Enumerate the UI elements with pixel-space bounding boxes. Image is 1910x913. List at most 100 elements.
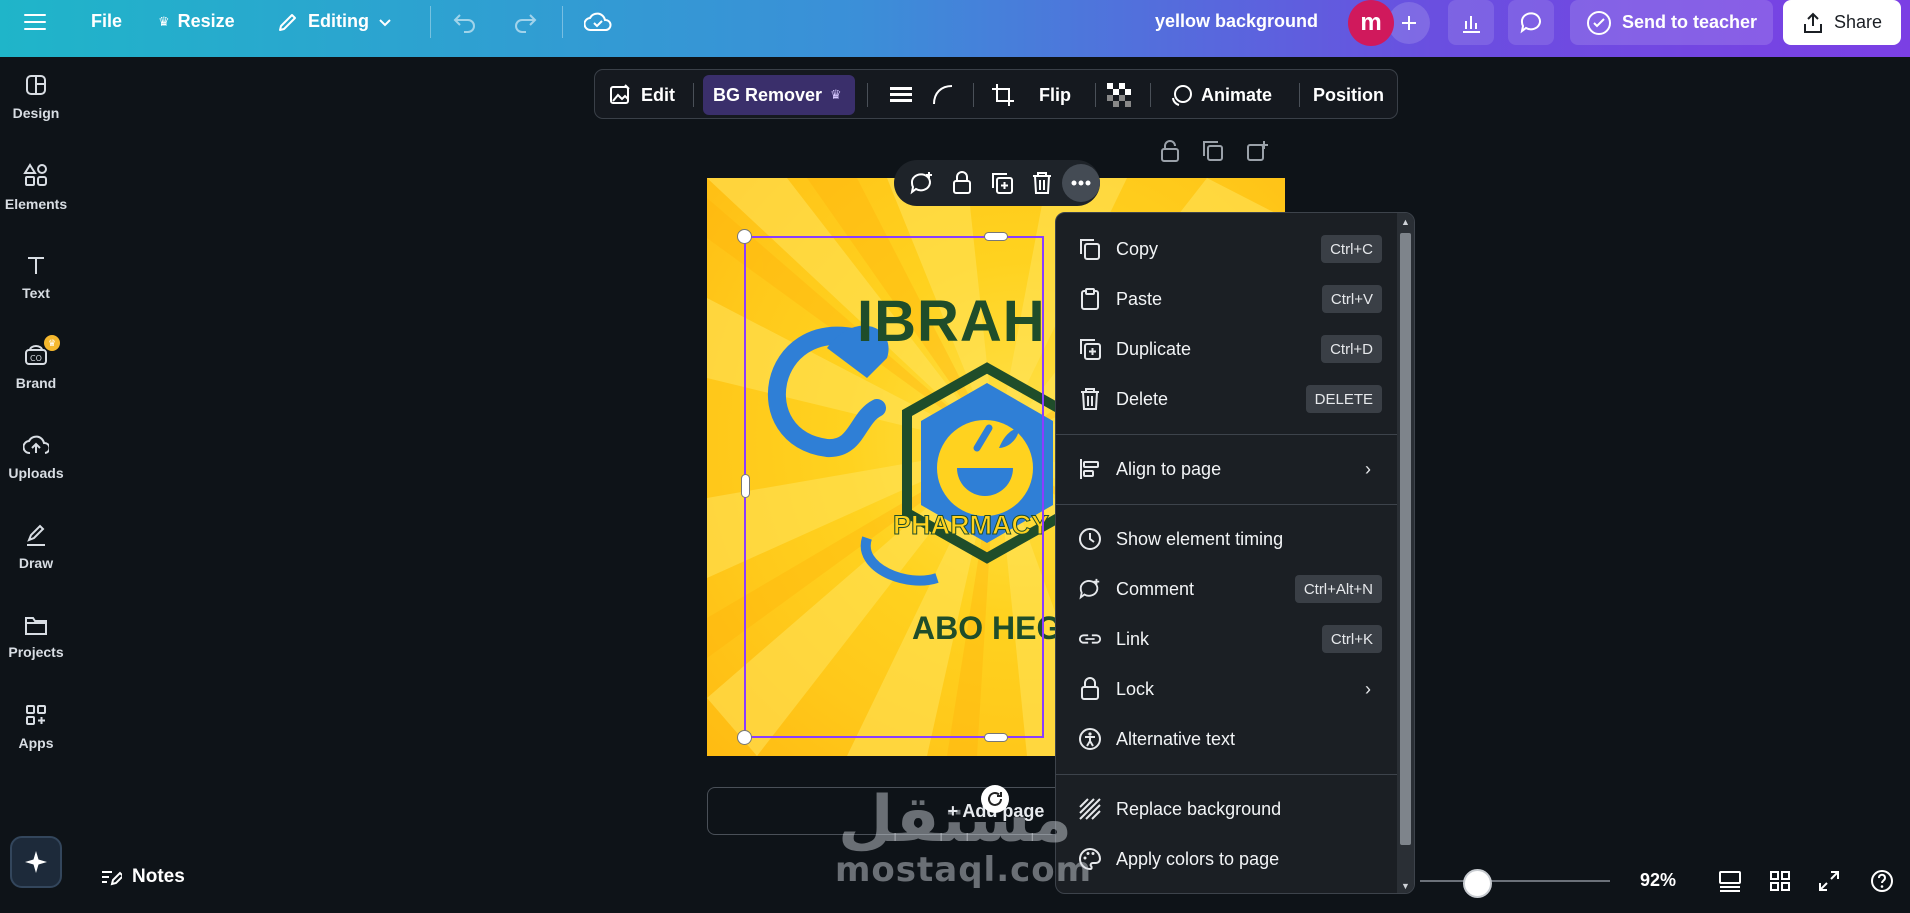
share-button[interactable]: Share xyxy=(1783,0,1901,45)
lock-element-button[interactable] xyxy=(942,163,982,203)
trash-icon xyxy=(1033,172,1051,194)
menu-item-paste[interactable]: Paste Ctrl+V xyxy=(1056,276,1399,322)
menu-item-delete[interactable]: Delete DELETE xyxy=(1056,376,1399,422)
delete-element-button[interactable] xyxy=(1022,163,1062,203)
menu-item-copy[interactable]: Copy Ctrl+C xyxy=(1056,226,1399,272)
document-title[interactable]: yellow background xyxy=(1155,0,1318,43)
menu-item-link[interactable]: Link Ctrl+K xyxy=(1056,616,1399,662)
design-icon xyxy=(26,75,46,95)
position-label: Position xyxy=(1313,84,1384,105)
menu-item-show-element-timing[interactable]: Show element timing xyxy=(1056,516,1399,562)
menu-item-align-to-page[interactable]: Align to page › xyxy=(1056,446,1399,492)
send-to-teacher-label: Send to teacher xyxy=(1621,12,1758,32)
projects-icon xyxy=(25,617,47,635)
divider xyxy=(693,83,694,107)
invite-button[interactable] xyxy=(1388,2,1430,44)
flip-button[interactable]: Flip xyxy=(1039,75,1071,115)
resize-label: Resize xyxy=(177,11,235,31)
comments-button[interactable] xyxy=(1508,0,1554,45)
insights-button[interactable] xyxy=(1448,0,1494,45)
unlock-icon xyxy=(953,171,971,194)
rail-item-design[interactable]: Design xyxy=(0,57,72,137)
menu-item-label: Lock xyxy=(1116,678,1155,699)
rail-item-brand[interactable]: CO ♛ Brand xyxy=(0,327,72,407)
avatar-letter: m xyxy=(1360,9,1382,36)
bg-remover-button[interactable]: BG Remover ♛ xyxy=(703,75,855,115)
redo-button[interactable] xyxy=(512,0,538,43)
sparkle-icon xyxy=(25,851,47,873)
help-button[interactable] xyxy=(1869,868,1895,894)
rail-item-apps[interactable]: Apps xyxy=(0,687,72,767)
cloud-check-icon xyxy=(584,12,612,31)
fullscreen-button[interactable] xyxy=(1816,868,1842,894)
menu-item-alternative-text[interactable]: Alternative text xyxy=(1056,716,1399,762)
rail-item-text[interactable]: Text xyxy=(0,237,72,317)
rail-label: Apps xyxy=(18,735,54,751)
menu-item-label: Comment xyxy=(1116,578,1195,599)
resize-button[interactable]: ♛ Resize xyxy=(158,0,235,43)
context-menu: Copy Ctrl+C Paste Ctrl+V Duplicate Ctrl+… xyxy=(1055,212,1415,894)
undo-button[interactable] xyxy=(452,0,478,43)
transparency-button[interactable] xyxy=(1107,75,1131,115)
notes-button[interactable]: Notes xyxy=(100,866,185,888)
menu-item-lock[interactable]: Lock › xyxy=(1056,666,1399,712)
duplicate-element-button[interactable] xyxy=(982,163,1022,203)
duplicate-icon xyxy=(992,173,1013,194)
page-duplicate-icon[interactable] xyxy=(1202,140,1224,162)
zoom-level[interactable]: 92% xyxy=(1640,870,1676,891)
comment-bubble-icon xyxy=(1520,11,1541,33)
svg-text:CO: CO xyxy=(30,354,42,363)
scroll-up-arrow-icon[interactable]: ▲ xyxy=(1401,217,1410,227)
menu-item-duplicate[interactable]: Duplicate Ctrl+D xyxy=(1056,326,1399,372)
menu-item-label: Paste xyxy=(1116,288,1163,309)
rail-item-draw[interactable]: Draw xyxy=(0,507,72,587)
menu-item-apply-colors[interactable]: Apply colors to page xyxy=(1056,836,1399,882)
more-options-button[interactable] xyxy=(1062,164,1100,202)
add-comment-button[interactable] xyxy=(902,163,942,203)
animate-button[interactable]: Animate xyxy=(1169,75,1272,115)
help-icon xyxy=(1871,870,1893,892)
cloud-save-button[interactable] xyxy=(584,0,612,43)
magic-button[interactable] xyxy=(10,836,62,888)
scroll-down-arrow-icon[interactable]: ▼ xyxy=(1401,881,1410,891)
resize-handle-w[interactable] xyxy=(741,474,750,498)
avatar[interactable]: m xyxy=(1348,0,1394,46)
edit-image-button[interactable]: Edit xyxy=(609,75,675,115)
crop-button[interactable] xyxy=(991,75,1015,115)
align-icon xyxy=(1078,457,1102,481)
editing-mode-button[interactable]: Editing xyxy=(276,0,393,43)
crop-icon xyxy=(992,84,1014,106)
resize-handle-nw[interactable] xyxy=(737,229,752,244)
send-to-teacher-button[interactable]: Send to teacher xyxy=(1570,0,1773,45)
transparency-icon xyxy=(1107,83,1131,107)
scrollbar-thumb[interactable] xyxy=(1400,233,1411,845)
rail-item-projects[interactable]: Projects xyxy=(0,597,72,677)
page-lock-icon[interactable] xyxy=(1160,140,1180,162)
menu-scrollbar[interactable]: ▲ ▼ xyxy=(1397,213,1414,893)
resize-handle-n[interactable] xyxy=(984,232,1008,241)
chevron-right-icon: › xyxy=(1365,458,1371,479)
position-button[interactable]: Position xyxy=(1313,75,1384,115)
chevron-down-icon xyxy=(379,18,391,26)
menu-item-comment[interactable]: Comment Ctrl+Alt+N xyxy=(1056,566,1399,612)
rail-item-uploads[interactable]: Uploads xyxy=(0,417,72,497)
menu-button[interactable] xyxy=(24,0,46,43)
add-page-icon[interactable] xyxy=(1246,140,1268,162)
menu-divider xyxy=(1056,434,1399,435)
resize-handle-sw[interactable] xyxy=(737,730,752,745)
zoom-slider-track[interactable] xyxy=(1420,880,1610,882)
corner-rounding-button[interactable] xyxy=(931,75,955,115)
grid-view-button[interactable] xyxy=(1767,868,1793,894)
rotate-handle[interactable] xyxy=(981,785,1009,813)
resize-handle-s[interactable] xyxy=(984,733,1008,742)
menu-item-label: Delete xyxy=(1116,388,1169,409)
zoom-slider-thumb[interactable] xyxy=(1463,869,1492,898)
border-style-button[interactable] xyxy=(889,75,913,115)
menu-item-label: Show element timing xyxy=(1116,528,1284,549)
file-menu[interactable]: File xyxy=(91,0,122,43)
rail-item-elements[interactable]: Elements xyxy=(0,147,72,227)
menu-item-replace-background[interactable]: Replace background xyxy=(1056,786,1399,832)
page-view-button[interactable] xyxy=(1717,868,1743,894)
divider xyxy=(562,6,563,38)
undo-icon xyxy=(453,13,475,33)
